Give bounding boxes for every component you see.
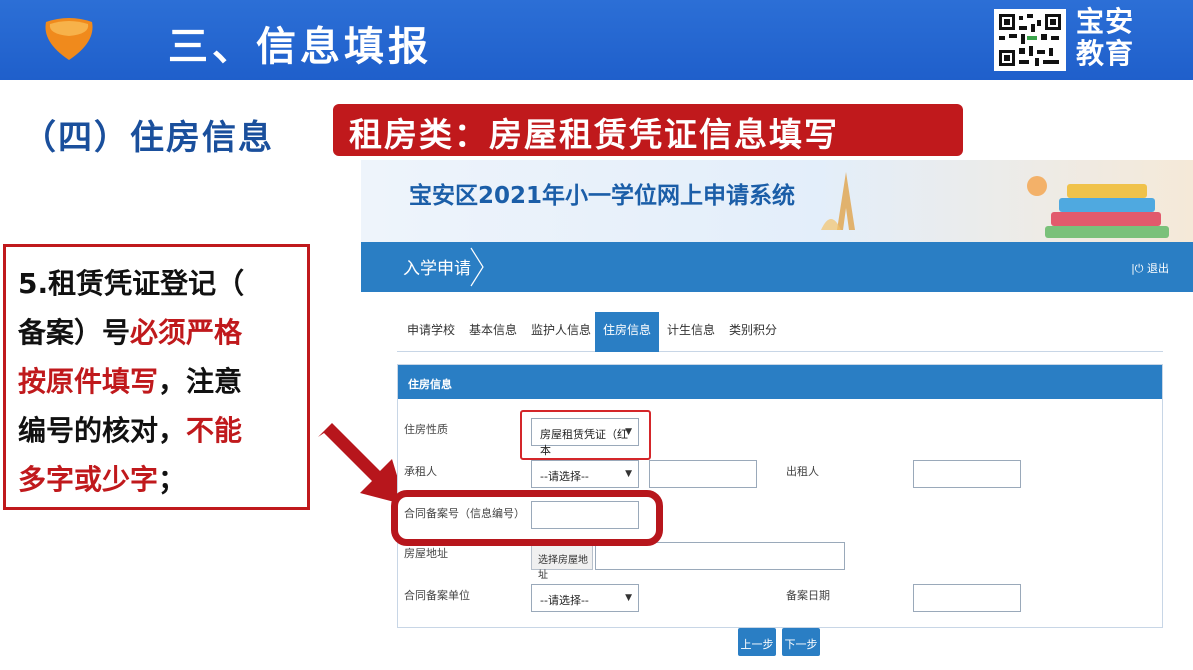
filing-unit-select[interactable]: --请选择-- ▼ — [531, 584, 639, 612]
filing-date-label: 备案日期 — [786, 589, 830, 602]
qr-code-icon — [994, 9, 1066, 71]
lessor-input[interactable] — [913, 460, 1021, 488]
select-address-button[interactable]: 选择房屋地址 — [531, 542, 593, 581]
chevron-down-icon: ▼ — [625, 469, 632, 479]
housing-type-label: 住房性质 — [404, 423, 448, 436]
lessee-input[interactable] — [649, 460, 757, 488]
note-line: 备案）号必须严格 — [18, 316, 243, 349]
chevron-right-icon — [470, 247, 484, 287]
address-input[interactable] — [595, 542, 845, 570]
tab-category-points[interactable]: 类别积分 — [729, 321, 777, 338]
panel-title: 住房信息 — [398, 365, 1162, 399]
system-title: 宝安区2021年小一学位网上申请系统 — [409, 183, 796, 209]
chevron-down-icon: ▼ — [625, 593, 632, 603]
tab-family-planning[interactable]: 计生信息 — [667, 321, 715, 338]
app-nav-bar: 入学申请 |⏻ 退出 — [361, 242, 1193, 292]
lessee-label: 承租人 — [404, 465, 437, 478]
system-banner: 宝安区2021年小一学位网上申请系统 — [361, 160, 1193, 242]
address-label: 房屋地址 — [404, 547, 448, 560]
logout-button[interactable]: |⏻ 退出 — [1131, 260, 1169, 276]
filing-unit-label: 合同备案单位 — [404, 589, 470, 602]
prev-step-button[interactable]: 上一步 — [738, 628, 776, 656]
header-bar: 三、信息填报 宝安 教育 — [0, 0, 1193, 80]
books-illustration-icon — [1027, 176, 1169, 238]
housing-type-highlight — [520, 410, 651, 460]
note-line: 多字或少字； — [18, 463, 187, 496]
next-step-button[interactable]: 下一步 — [782, 628, 820, 656]
tab-housing-info[interactable]: 住房信息 — [595, 312, 660, 352]
brand-logo-text: 宝安 教育 — [1076, 5, 1135, 70]
instruction-note: 5.租赁凭证登记（ 备案）号必须严格 按原件填写，注意 编号的核对，不能 多字或… — [3, 244, 310, 510]
power-icon: |⏻ — [1131, 262, 1144, 275]
nav-tab-enrollment[interactable]: 入学申请 — [403, 254, 471, 279]
note-line: 按原件填写，注意 — [18, 365, 243, 398]
tab-school[interactable]: 申请学校 — [407, 321, 455, 338]
rent-banner: 租房类：房屋租赁凭证信息填写 — [333, 104, 963, 156]
note-line: 5.租赁凭证登记（ — [18, 267, 245, 300]
application-screenshot: 宝安区2021年小一学位网上申请系统 入学申请 |⏻ 退出 申请学校 基本信息 … — [361, 160, 1193, 670]
tab-basic-info[interactable]: 基本信息 — [469, 321, 517, 338]
form-tabs: 申请学校 基本信息 监护人信息 住房信息 计生信息 类别积分 — [397, 310, 1163, 352]
filing-date-input[interactable] — [913, 584, 1021, 612]
note-line: 编号的核对，不能 — [18, 414, 243, 447]
lessor-label: 出租人 — [786, 465, 819, 478]
contract-number-highlight — [391, 490, 663, 546]
tab-guardian-info[interactable]: 监护人信息 — [531, 321, 591, 338]
section-title: （四）住房信息 — [22, 118, 274, 158]
eiffel-tower-icon — [821, 172, 855, 230]
logo-icon — [45, 18, 93, 60]
lessee-select[interactable]: --请选择-- ▼ — [531, 460, 639, 488]
page-title: 三、信息填报 — [168, 24, 432, 70]
